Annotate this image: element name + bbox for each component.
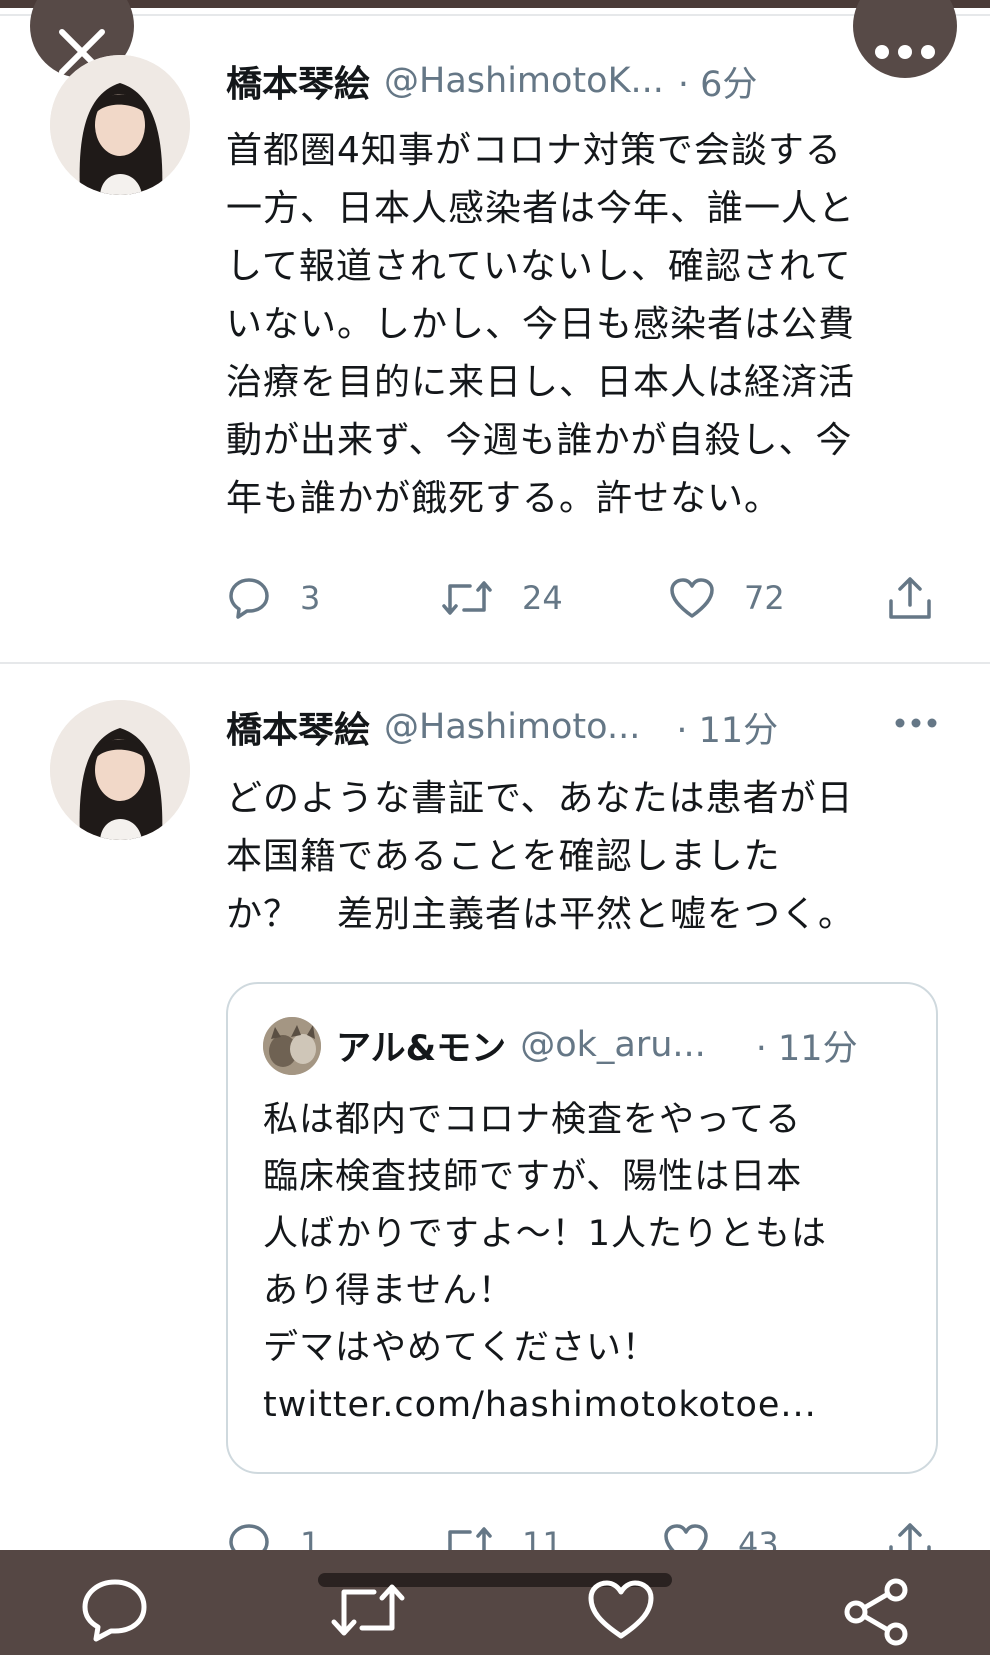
user-handle[interactable]: @Hashimoto...	[384, 707, 640, 747]
tweet-actions: 3 24 72	[226, 568, 946, 628]
quoted-avatar	[263, 1017, 321, 1075]
reply-count: 3	[300, 579, 321, 617]
quoted-text: 私は都内でコロナ検査をやってる 臨床検査技師ですが、陽性は日本 人ばかりですよ～…	[263, 1100, 827, 1425]
heart-icon	[670, 578, 714, 618]
tweet-divider	[0, 662, 990, 664]
heart-icon[interactable]	[586, 1578, 656, 1642]
status-bar-edge	[0, 0, 990, 8]
tweet-header: 橋本琴絵 @Hashimoto... · 11分	[226, 702, 778, 752]
tweet-text: 首都圏4知事がコロナ対策で会談する 一方、日本人感染者は今年、誰一人と して報道…	[226, 130, 856, 519]
like-count: 72	[744, 579, 785, 617]
display-name[interactable]: 橋本琴絵	[226, 701, 370, 753]
tweet-text: どのような書証で、あなたは患者が日 本国籍であることを確認しました か？ 差別主…	[226, 778, 856, 935]
retweet-button[interactable]: 24	[440, 568, 563, 628]
user-handle[interactable]: @HashimotoK...	[384, 61, 664, 101]
quoted-timestamp: · 11分	[755, 1028, 858, 1069]
timestamp[interactable]: · 11分	[676, 702, 778, 753]
more-icon	[875, 45, 935, 59]
divider	[0, 14, 990, 16]
retweet-count: 24	[522, 579, 563, 617]
more-options-button[interactable]	[853, 0, 957, 78]
avatar-image	[50, 700, 190, 840]
quoted-display-name: アル&モン	[336, 1028, 507, 1069]
share-button[interactable]	[886, 568, 934, 628]
retweet-icon[interactable]	[328, 1578, 408, 1642]
quoted-handle: @ok_aru...	[520, 1025, 706, 1065]
retweet-icon	[442, 581, 492, 615]
reply-icon[interactable]	[80, 1578, 150, 1642]
reply-button[interactable]: 3	[226, 568, 320, 628]
more-options-icon[interactable]	[894, 716, 938, 730]
display-name[interactable]: 橋本琴絵	[226, 55, 370, 107]
avatar[interactable]	[50, 700, 190, 840]
avatar[interactable]	[50, 55, 190, 195]
like-button[interactable]: 72	[668, 568, 785, 628]
avatar-image	[50, 55, 190, 195]
quoted-header: アル&モン @ok_aru... · 11分	[336, 1020, 858, 1070]
tweet-header: 橋本琴絵 @HashimotoK... · 6分	[226, 56, 757, 106]
reply-icon	[229, 578, 269, 619]
share-icon	[889, 577, 931, 619]
timestamp[interactable]: · 6分	[678, 56, 758, 107]
share-icon[interactable]	[842, 1578, 912, 1646]
quoted-tweet[interactable]: アル&モン @ok_aru... · 11分 私は都内でコロナ検査をやってる 臨…	[226, 982, 938, 1474]
